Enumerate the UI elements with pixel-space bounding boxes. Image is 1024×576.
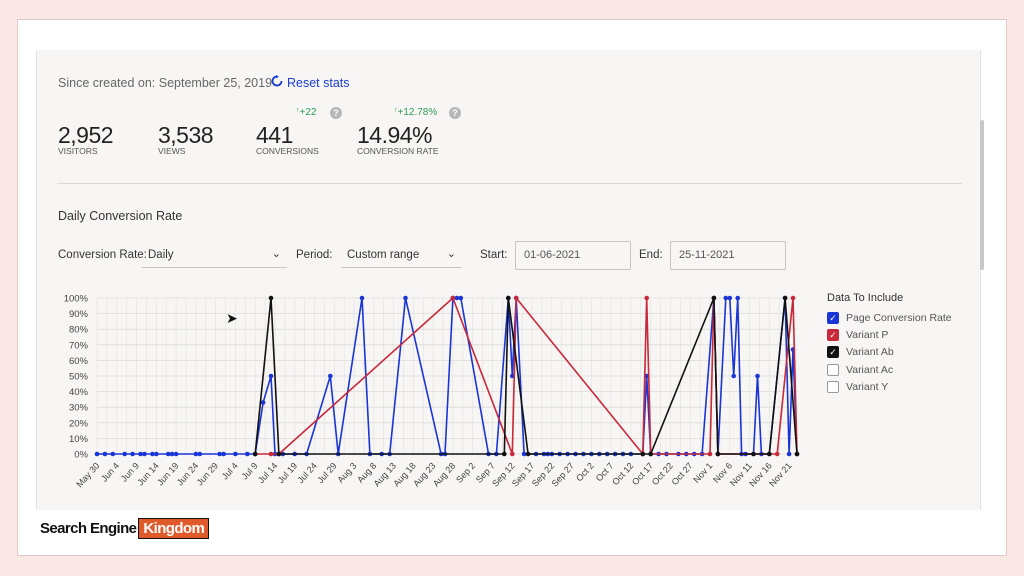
chevron-down-icon: ⌄ <box>271 248 281 260</box>
stat-value: 14.94% <box>357 122 433 148</box>
legend-item[interactable]: Variant Ac <box>827 361 952 378</box>
help-icon[interactable]: ? <box>330 107 342 119</box>
stat-conversions: 441 CONVERSIONS <box>256 122 319 156</box>
logo-text: Search Engine <box>40 519 137 537</box>
checkbox-checked-icon[interactable]: ✓ <box>827 346 839 359</box>
stats-panel <box>36 50 981 510</box>
period-label: Period: <box>296 249 333 261</box>
start-date-input[interactable]: 01-06-2021 <box>515 241 631 270</box>
period-select[interactable]: Custom range ⌄ <box>341 242 462 268</box>
conversion-rate-label: Conversion Rate: <box>58 249 147 261</box>
legend: Data To Include ✓ Page Conversion Rate ✓ Va… <box>827 292 952 395</box>
mouse-cursor-icon: ➤ <box>226 310 238 326</box>
help-icon[interactable]: ? <box>449 107 461 119</box>
reset-stats-button[interactable]: Reset stats <box>271 75 350 90</box>
checkbox-empty-icon[interactable] <box>827 380 839 393</box>
since-created-text: Since created on: September 25, 2019 <box>58 76 273 90</box>
delta-value: +22 <box>299 107 317 118</box>
legend-label: Variant P <box>846 328 889 341</box>
divider <box>57 183 962 184</box>
legend-label: Page Conversion Rate <box>846 311 952 324</box>
stat-views: 3,538 VIEWS <box>158 122 214 156</box>
stat-value: 3,538 <box>158 122 214 148</box>
checkbox-checked-icon[interactable]: ✓ <box>827 328 839 341</box>
section-title: Daily Conversion Rate <box>58 209 183 223</box>
stat-label: CONVERSION RATE <box>357 146 439 156</box>
chevron-down-icon: ⌄ <box>446 248 456 260</box>
stat-label: CONVERSIONS <box>256 146 319 156</box>
conversion-rate-delta: ↑+12.78% <box>394 107 437 118</box>
reset-stats-label: Reset stats <box>287 75 350 90</box>
watermark-logo: Search Engine Kingdom <box>40 516 210 540</box>
checkbox-empty-icon[interactable] <box>827 363 839 376</box>
legend-title: Data To Include <box>827 292 904 304</box>
select-value: Custom range <box>347 249 420 261</box>
select-value: Daily <box>148 249 174 261</box>
end-label: End: <box>639 249 663 261</box>
stat-value: 2,952 <box>58 122 114 148</box>
scrollbar-thumb[interactable] <box>980 120 984 270</box>
checkbox-checked-icon[interactable]: ✓ <box>827 311 839 324</box>
stat-conversion-rate: 14.94% CONVERSION RATE <box>357 122 439 156</box>
logo-text: Kingdom <box>138 517 210 539</box>
end-date-input[interactable]: 25-11-2021 <box>670 241 786 270</box>
legend-label: Variant Ac <box>846 363 894 376</box>
legend-label: Variant Ab <box>846 346 894 359</box>
legend-item[interactable]: Variant Y <box>827 378 952 395</box>
delta-value: +12.78% <box>397 107 438 118</box>
stat-value: 441 <box>256 122 293 148</box>
start-label: Start: <box>480 249 508 261</box>
conversions-delta: ↑+22 <box>296 107 316 118</box>
legend-item[interactable]: ✓ Page Conversion Rate <box>827 309 952 326</box>
stat-visitors: 2,952 VISITORS <box>58 122 114 156</box>
legend-label: Variant Y <box>846 380 889 393</box>
conversion-rate-select[interactable]: Daily ⌄ <box>142 242 287 268</box>
refresh-icon <box>271 75 283 90</box>
legend-item[interactable]: ✓ Variant Ab <box>827 344 952 361</box>
legend-item[interactable]: ✓ Variant P <box>827 326 952 343</box>
